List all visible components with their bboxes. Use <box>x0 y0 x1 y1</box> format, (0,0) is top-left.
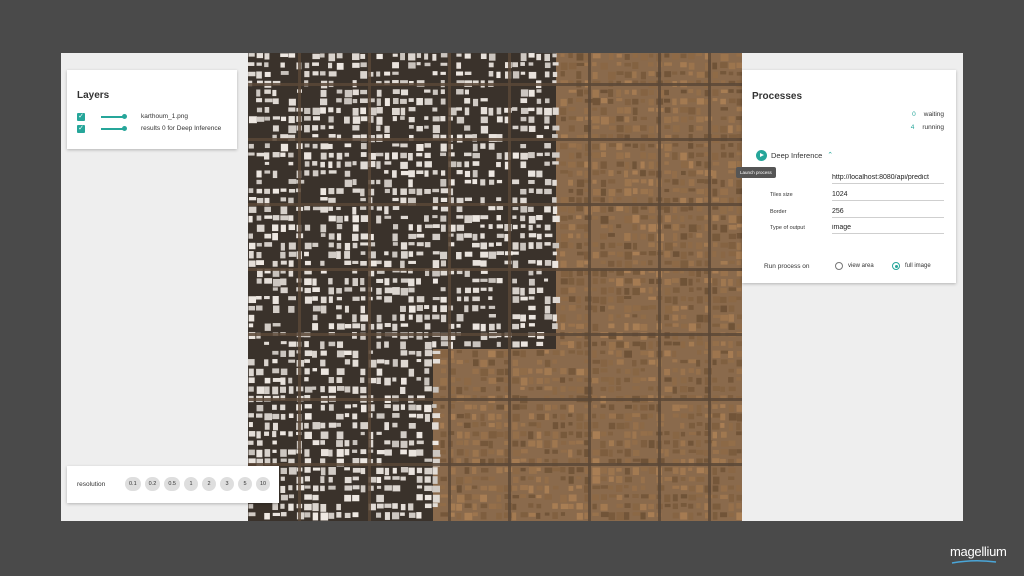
layer-checkbox-results[interactable]: ✓ <box>77 125 85 133</box>
processes-title: Processes <box>752 91 803 102</box>
logo-swoosh-icon <box>951 559 997 564</box>
resolution-chip[interactable]: 2 <box>201 477 216 491</box>
running-count: 4 <box>910 124 915 131</box>
layers-panel: Layers ✓ karthoum_1.png ✓ results 0 for … <box>67 70 237 149</box>
layer-checkbox-image[interactable]: ✓ <box>77 113 85 121</box>
url-field-row <box>770 171 946 185</box>
chevron-up-icon[interactable]: ⌃ <box>827 151 833 159</box>
resolution-chip[interactable]: 0.2 <box>144 477 161 491</box>
process-header[interactable]: Deep Inference ⌃ <box>756 149 833 161</box>
process-name: Deep Inference <box>771 150 823 160</box>
running-label: running <box>922 124 944 131</box>
border-row: Border <box>770 205 946 219</box>
layer-row-image: ✓ karthoum_1.png <box>77 113 237 123</box>
resolution-chip[interactable]: 1 <box>183 477 198 491</box>
field-label: Type of output <box>770 225 805 231</box>
opacity-slider-knob[interactable] <box>122 114 127 119</box>
play-icon <box>760 152 764 157</box>
full-image-label[interactable]: full image <box>905 263 931 269</box>
resolution-label: resolution <box>77 481 106 488</box>
processes-panel: Processes 0 waiting 4 running Deep Infer… <box>736 70 956 283</box>
url-input[interactable] <box>832 171 944 184</box>
map-canvas[interactable] <box>248 53 742 521</box>
waiting-count: 0 <box>912 111 916 118</box>
output-type-row: Type of output <box>770 221 946 235</box>
resolution-chip[interactable]: 3 <box>219 477 234 491</box>
resolution-panel: resolution 0.1 0.2 0.5 1 2 3 5 10 <box>67 466 279 503</box>
run-process-row: Run process on view area full image <box>764 261 954 273</box>
running-count-row: 4 running <box>911 124 944 131</box>
view-area-label[interactable]: view area <box>848 263 874 269</box>
layer-row-results: ✓ results 0 for Deep Inference <box>77 125 237 135</box>
app-window: Layers ✓ karthoum_1.png ✓ results 0 for … <box>61 53 963 521</box>
output-type-input[interactable] <box>832 221 944 234</box>
waiting-label: waiting <box>923 111 944 118</box>
tiles-size-input[interactable] <box>832 188 944 201</box>
layers-title: Layers <box>77 90 110 101</box>
waiting-count-row: 0 waiting <box>912 111 944 118</box>
opacity-slider-knob[interactable] <box>122 126 127 131</box>
run-process-label: Run process on <box>764 263 810 270</box>
resolution-chips: 0.1 0.2 0.5 1 2 3 5 10 <box>125 477 271 491</box>
layer-name: results 0 for Deep Inference <box>141 125 222 132</box>
tiles-size-row: Tiles size <box>770 188 946 202</box>
launch-process-button[interactable] <box>756 149 767 161</box>
view-area-radio[interactable] <box>835 262 843 270</box>
logo-text: magellium <box>950 544 1007 559</box>
resolution-chip[interactable]: 5 <box>237 477 252 491</box>
field-label: Border <box>770 209 787 215</box>
full-image-radio[interactable] <box>892 262 900 270</box>
resolution-chip[interactable]: 0.1 <box>125 477 141 491</box>
brand-logo: magellium <box>948 528 1020 568</box>
resolution-chip[interactable]: 0.5 <box>164 477 180 491</box>
border-input[interactable] <box>832 205 944 218</box>
field-label: Tiles size <box>770 192 793 198</box>
satellite-map[interactable] <box>248 53 742 521</box>
layer-name: karthoum_1.png <box>141 113 188 120</box>
resolution-chip[interactable]: 10 <box>255 477 271 491</box>
